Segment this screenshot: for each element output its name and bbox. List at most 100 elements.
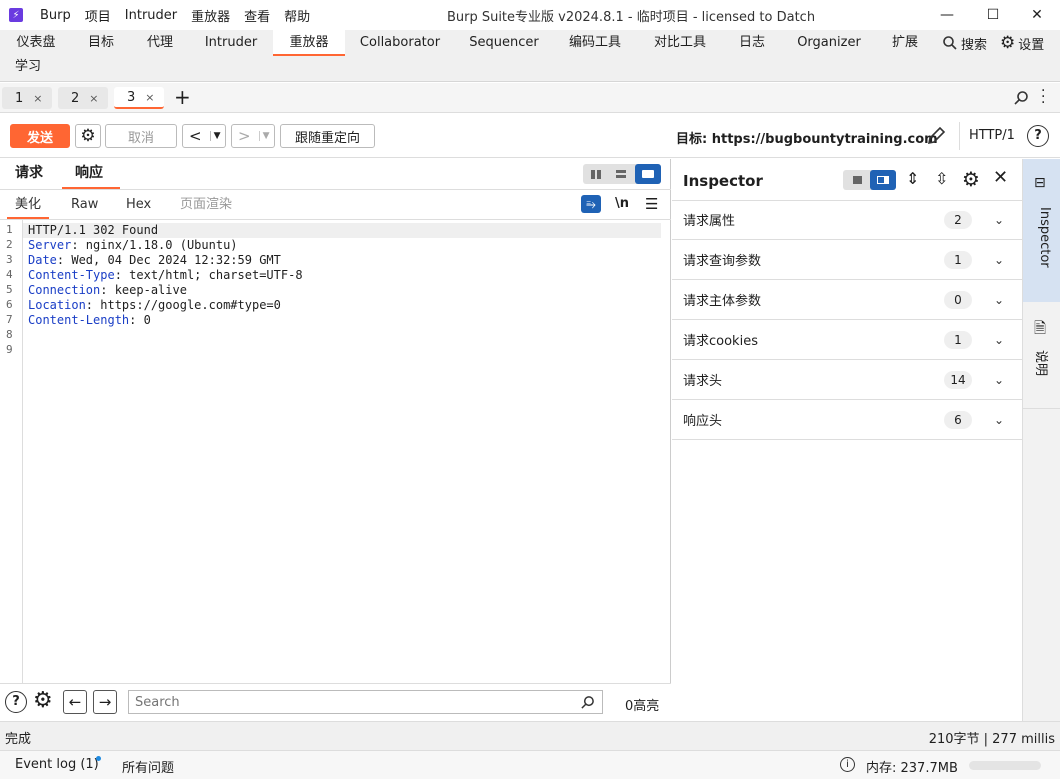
inspector-layout-toggle [843, 170, 896, 190]
view-raw[interactable]: Raw [71, 191, 98, 219]
menu-burp[interactable]: Burp [40, 8, 71, 23]
show-newlines-toggle[interactable]: \n [615, 196, 629, 211]
help-icon[interactable]: ? [5, 691, 27, 713]
tab-request[interactable]: 请求 [15, 159, 43, 189]
close-tab-icon[interactable]: × [89, 92, 98, 105]
inspector-row-request-headers[interactable]: 请求头 14 ⌄ [672, 360, 1022, 400]
all-issues-link[interactable]: 所有问题 [122, 757, 174, 776]
inspector-row-request-attributes[interactable]: 请求属性 2 ⌄ [672, 200, 1022, 240]
repeater-tab-2[interactable]: 2 × [58, 87, 108, 109]
header-value: : Wed, 04 Dec 2024 12:32:59 GMT [56, 253, 281, 267]
menu-project[interactable]: 项目 [85, 6, 111, 25]
inspector-title: Inspector [683, 172, 763, 190]
maximize-button[interactable]: ☐ [970, 0, 1016, 30]
repeater-tab-1[interactable]: 1 × [2, 87, 52, 109]
search-input[interactable] [128, 690, 603, 714]
inspector-row-count: 1 [944, 250, 972, 269]
inspector-row-query-params[interactable]: 请求查询参数 1 ⌄ [672, 240, 1022, 280]
header-value: : https://google.com#type=0 [85, 298, 281, 312]
inspector-row-label: 请求查询参数 [683, 254, 762, 269]
close-tab-icon[interactable]: × [145, 91, 154, 104]
view-menu-icon[interactable]: ☰ [645, 195, 658, 213]
gear-icon[interactable]: ⚙ [962, 167, 980, 191]
add-tab-button[interactable]: + [174, 85, 191, 109]
code-line: Content-Length: 0 [28, 313, 151, 327]
tab-target[interactable]: 目标 [86, 30, 116, 56]
close-icon[interactable]: ✕ [993, 167, 1008, 188]
split-vertical-icon[interactable] [612, 167, 630, 181]
inspector-row-cookies[interactable]: 请求cookies 1 ⌄ [672, 320, 1022, 360]
search-tabs-icon[interactable] [1013, 90, 1029, 106]
tab-sequencer[interactable]: Sequencer [469, 30, 539, 56]
inspector-row-count: 14 [944, 370, 972, 389]
tab-menu-icon[interactable]: · · · [1041, 84, 1045, 110]
send-settings-button[interactable]: ⚙ [75, 124, 101, 148]
header-value: : nginx/1.18.0 (Ubuntu) [71, 238, 238, 252]
tool-tabs-bar: 仪表盘 目标 代理 Intruder 重放器 Collaborator Sequ… [0, 30, 1060, 82]
collapse-all-icon[interactable]: ⇳ [935, 169, 948, 188]
panel-left-icon[interactable] [848, 173, 866, 187]
chevron-down-icon[interactable]: ▼ [209, 131, 221, 141]
inspector-row-body-params[interactable]: 请求主体参数 0 ⌄ [672, 280, 1022, 320]
side-tab-notes[interactable]: 🗎 说明 [1023, 302, 1060, 409]
edit-target-icon[interactable] [925, 125, 947, 147]
cancel-button[interactable]: 取消 [105, 124, 177, 148]
single-pane-icon[interactable] [635, 164, 661, 184]
response-editor[interactable]: 1 HTTP/1.1 302 Found 2 Server: nginx/1.18.0… [0, 219, 671, 683]
forward-button[interactable]: > ▼ [231, 124, 275, 148]
next-match-icon[interactable]: → [93, 690, 117, 714]
line-number: 6 [6, 298, 13, 311]
back-button[interactable]: < ▼ [182, 124, 226, 148]
tab-repeater[interactable]: 重放器 [273, 30, 345, 56]
tab-proxy[interactable]: 代理 [145, 30, 175, 56]
side-tab-notes-label: 说明 [1033, 350, 1048, 377]
inspector-row-response-headers[interactable]: 响应头 6 ⌄ [672, 400, 1022, 440]
menu-repeater[interactable]: 重放器 [191, 6, 230, 25]
minimize-button[interactable]: — [924, 0, 970, 30]
close-tab-icon[interactable]: × [33, 92, 42, 105]
line-number: 9 [6, 343, 13, 356]
view-render[interactable]: 页面渲染 [180, 191, 232, 219]
menu-view[interactable]: 查看 [244, 6, 270, 25]
tab-organizer[interactable]: Organizer [797, 30, 861, 56]
help-icon[interactable]: ? [1027, 125, 1049, 147]
tab-dashboard[interactable]: 仪表盘 [14, 30, 58, 56]
word-wrap-icon[interactable]: ⥱ [581, 195, 601, 213]
follow-redirect-button[interactable]: 跟随重定向 [280, 124, 375, 148]
tab-intruder[interactable]: Intruder [202, 30, 260, 56]
menu-help[interactable]: 帮助 [284, 6, 310, 25]
previous-match-icon[interactable]: ← [63, 690, 87, 714]
layout-toggle [583, 164, 661, 184]
tab-collaborator[interactable]: Collaborator [359, 30, 441, 56]
tab-extensions[interactable]: 扩展 [890, 30, 920, 56]
info-icon[interactable]: i [840, 757, 855, 772]
inspector-row-label: 请求头 [683, 374, 723, 389]
global-settings-button[interactable]: ⚙ 设置 [1000, 33, 1044, 53]
gear-icon: ⚙ [80, 126, 96, 146]
tab-decoder[interactable]: 编码工具 [567, 30, 623, 56]
split-horizontal-icon[interactable] [587, 167, 605, 181]
chevron-down-icon[interactable]: ▼ [258, 131, 270, 141]
menu-intruder[interactable]: Intruder [125, 8, 177, 23]
view-hex[interactable]: Hex [126, 191, 151, 219]
gear-icon[interactable]: ⚙ [33, 688, 53, 713]
expand-all-icon[interactable]: ⇕ [906, 169, 919, 188]
panel-right-icon[interactable] [870, 170, 896, 190]
tab-response[interactable]: 响应 [62, 159, 120, 189]
send-button[interactable]: 发送 [10, 124, 70, 148]
view-pretty[interactable]: 美化 [7, 191, 50, 219]
side-tab-inspector[interactable]: ⊟ Inspector [1023, 159, 1060, 302]
inspector-row-count: 0 [944, 290, 972, 309]
tab-learn[interactable]: 学习 [13, 54, 43, 80]
memory-usage: 内存: 237.7MB [866, 761, 958, 776]
line-number: 8 [6, 328, 13, 341]
gutter-divider [22, 219, 23, 683]
header-name: Content-Length [28, 313, 130, 327]
close-window-button[interactable]: ✕ [1014, 0, 1060, 30]
tab-comparer[interactable]: 对比工具 [652, 30, 708, 56]
global-search-button[interactable]: 搜索 [942, 33, 987, 53]
tab-logger[interactable]: 日志 [737, 30, 767, 56]
event-log-link[interactable]: Event log (1) [15, 757, 99, 772]
repeater-tab-3[interactable]: 3 × [114, 87, 164, 109]
http-version-toggle[interactable]: HTTP/1 [969, 128, 1015, 143]
